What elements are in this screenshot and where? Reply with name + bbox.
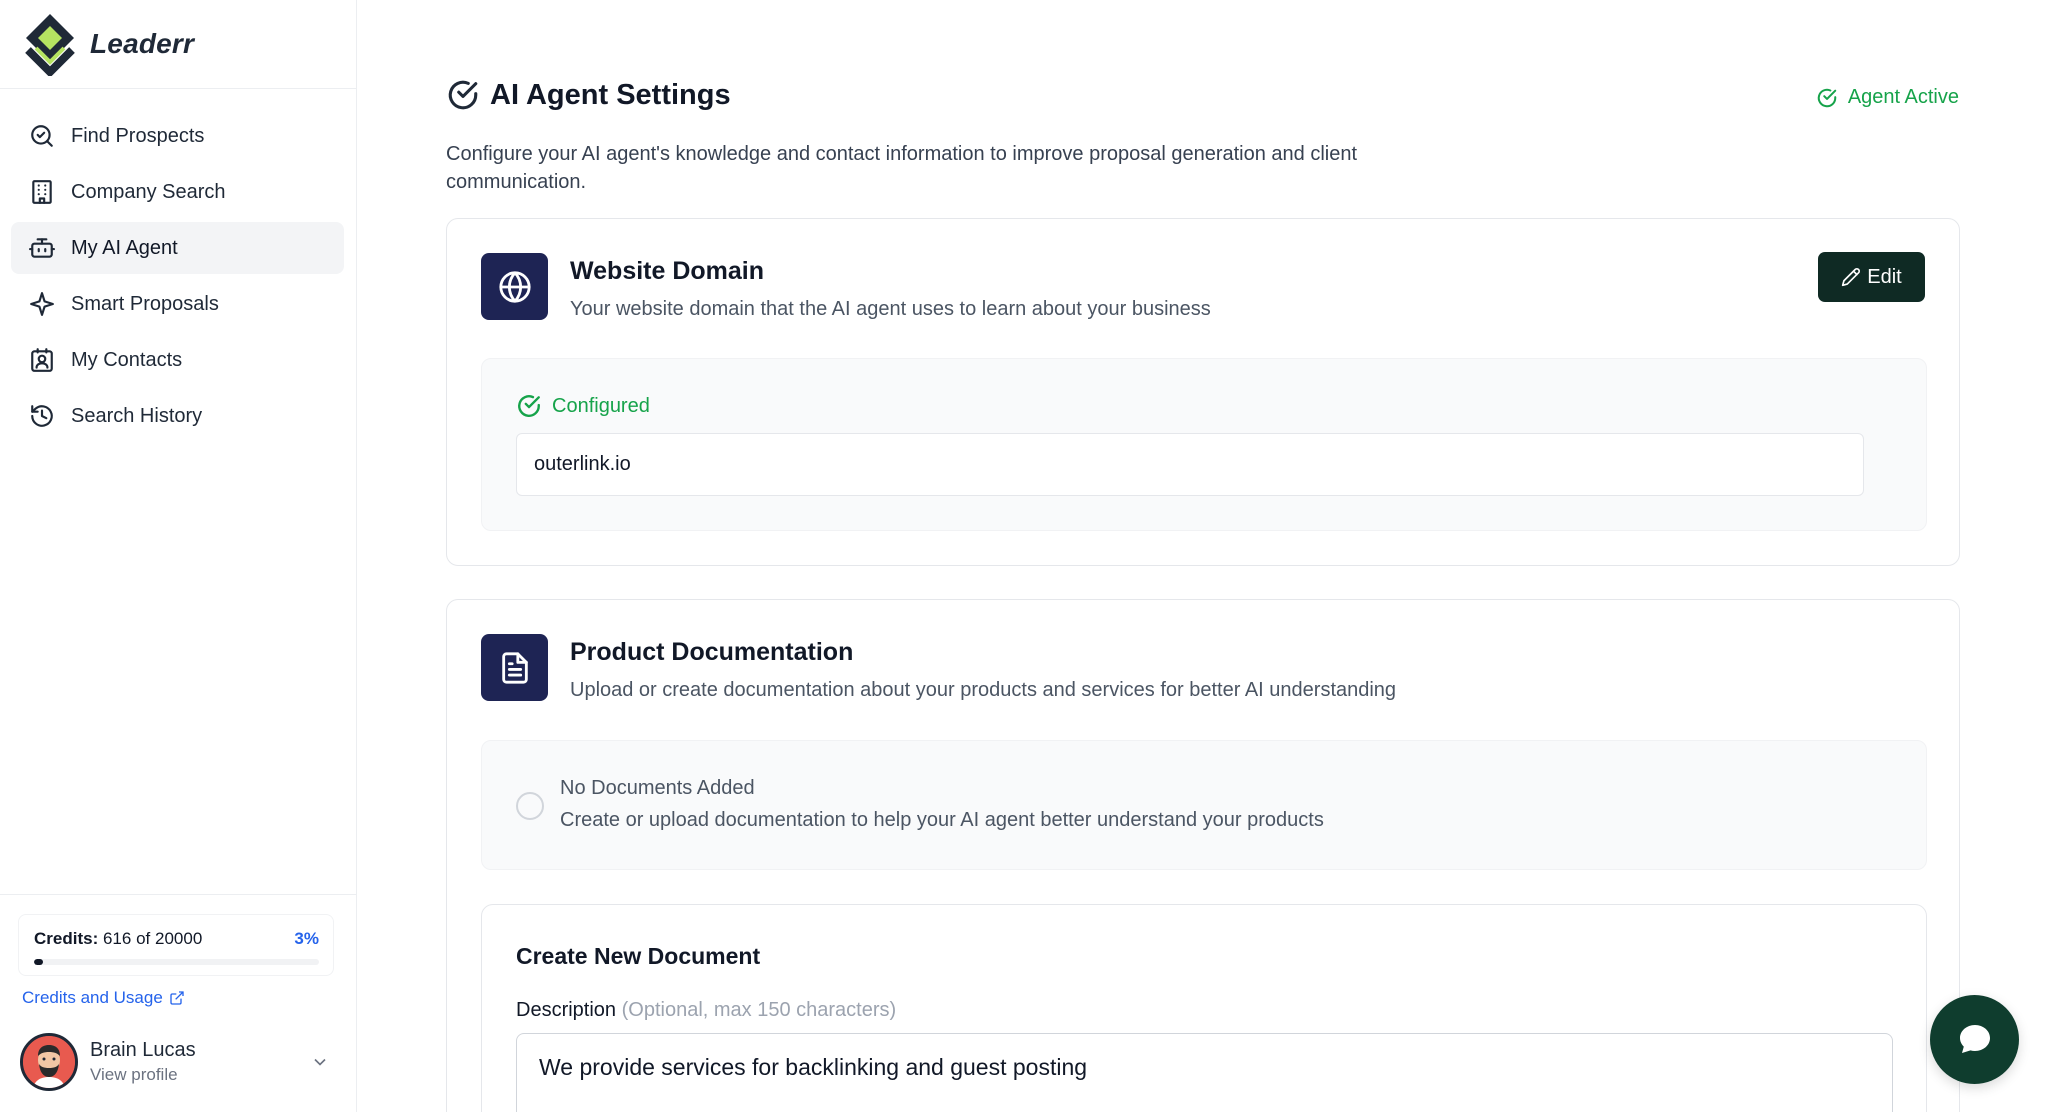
card-title: Product Documentation	[570, 638, 854, 666]
sidebar-item-smart-proposals[interactable]: Smart Proposals	[11, 278, 344, 330]
page-header: AI Agent Settings	[446, 78, 731, 112]
credits-progress-fill	[34, 959, 43, 965]
page-description: Configure your AI agent's knowledge and …	[446, 143, 1358, 193]
credits-label: Credits:	[34, 929, 99, 948]
credits-card: Credits: 616 of 20000 3%	[18, 914, 334, 976]
sidebar-item-label: Smart Proposals	[71, 292, 219, 315]
brand-name: Leaderr	[90, 28, 195, 59]
description-hint: (Optional, max 150 characters)	[621, 999, 897, 1021]
sidebar: Leaderr Find Prospects Company Search My…	[0, 0, 357, 1112]
domain-field[interactable]: outerlink.io	[516, 433, 1864, 496]
page-title: AI Agent Settings	[490, 78, 731, 111]
website-domain-card: Website Domain Your website domain that …	[446, 218, 1960, 566]
card-title: Website Domain	[570, 257, 765, 285]
globe-icon	[498, 270, 531, 303]
document-icon	[501, 651, 528, 684]
pencil-icon	[1842, 268, 1861, 287]
credits-percent: 3%	[294, 929, 319, 948]
sidebar-item-label: Find Prospects	[71, 124, 205, 147]
profile-view-link: View profile	[90, 1065, 178, 1084]
edit-button-label: Edit	[1867, 265, 1902, 288]
sidebar-item-label: My AI Agent	[71, 236, 178, 259]
chat-bubble-icon	[1959, 1024, 1990, 1053]
divider	[0, 88, 357, 89]
sidebar-item-my-contacts[interactable]: My Contacts	[11, 334, 344, 386]
sparkle-icon	[30, 292, 54, 316]
building-icon	[32, 180, 52, 204]
chat-button[interactable]	[1930, 995, 2019, 1084]
empty-subtitle: Create or upload documentation to help y…	[560, 809, 1324, 831]
credits-used: 616	[102, 929, 132, 948]
check-circle-icon	[518, 395, 540, 417]
description-label: Description (Optional, max 150 character…	[516, 999, 896, 1022]
globe-icon-tile	[481, 253, 548, 320]
external-link-icon	[170, 991, 184, 1005]
sidebar-item-label: Search History	[71, 404, 203, 427]
card-subtitle: Upload or create documentation about you…	[570, 679, 1397, 701]
sidebar-item-label: My Contacts	[71, 348, 183, 371]
configured-label: Configured	[552, 394, 650, 417]
bot-icon	[29, 238, 55, 258]
create-document-title: Create New Document	[516, 943, 761, 969]
history-icon	[31, 405, 53, 427]
profile-text: Brain Lucas View profile	[90, 1039, 196, 1085]
avatar	[20, 1033, 78, 1091]
empty-title: No Documents Added	[560, 777, 755, 799]
avatar-face-icon	[23, 1036, 75, 1088]
sidebar-item-my-ai-agent[interactable]: My AI Agent	[11, 222, 344, 274]
agent-status-label: Agent Active	[1847, 86, 1959, 108]
product-documentation-card: Product Documentation Upload or create d…	[446, 599, 1960, 1112]
empty-circle-icon	[516, 792, 544, 820]
sidebar-item-company-search[interactable]: Company Search	[11, 166, 344, 218]
document-icon-tile	[481, 634, 548, 701]
main-content: AI Agent Settings Agent Active Configure…	[358, 0, 2048, 1112]
configured-status: Configured	[516, 393, 650, 419]
credits-of: of	[136, 929, 151, 948]
credits-row: Credits: 616 of 20000 3%	[34, 929, 319, 949]
description-input[interactable]: We provide services for backlinking and …	[516, 1033, 1893, 1112]
agent-status-badge: Agent Active	[1816, 86, 1959, 109]
chevron-down-icon[interactable]	[310, 1052, 330, 1072]
credits-usage-link[interactable]: Credits and Usage	[22, 988, 185, 1008]
profile-name: Brain Lucas	[90, 1039, 196, 1061]
credits-total: 20000	[155, 929, 203, 948]
credits-text: Credits: 616 of 20000	[34, 929, 202, 949]
card-subtitle: Your website domain that the AI agent us…	[570, 298, 1211, 320]
brand[interactable]: Leaderr	[22, 12, 194, 76]
edit-button[interactable]: Edit	[1818, 252, 1925, 302]
empty-documents-panel: No Documents Added Create or upload docu…	[481, 740, 1927, 870]
create-document-form: Create New Document Description (Optiona…	[481, 904, 1927, 1112]
search-icon	[31, 125, 53, 147]
user-profile[interactable]: Brain Lucas View profile	[20, 1032, 336, 1092]
leaderr-logo-icon	[25, 14, 75, 76]
sidebar-item-search-history[interactable]: Search History	[11, 390, 344, 442]
divider	[0, 894, 357, 895]
check-circle-icon	[1817, 88, 1837, 107]
contact-icon	[31, 348, 53, 372]
sidebar-item-label: Company Search	[71, 180, 226, 203]
credits-progress-bar	[34, 959, 319, 965]
description-label-text: Description	[516, 999, 617, 1021]
sidebar-item-find-prospects[interactable]: Find Prospects	[11, 110, 344, 162]
sidebar-nav: Find Prospects Company Search My AI Agen…	[11, 110, 344, 446]
credits-usage-link-label: Credits and Usage	[22, 988, 163, 1007]
domain-panel: Configured outerlink.io	[481, 358, 1927, 531]
check-circle-icon	[448, 80, 478, 110]
